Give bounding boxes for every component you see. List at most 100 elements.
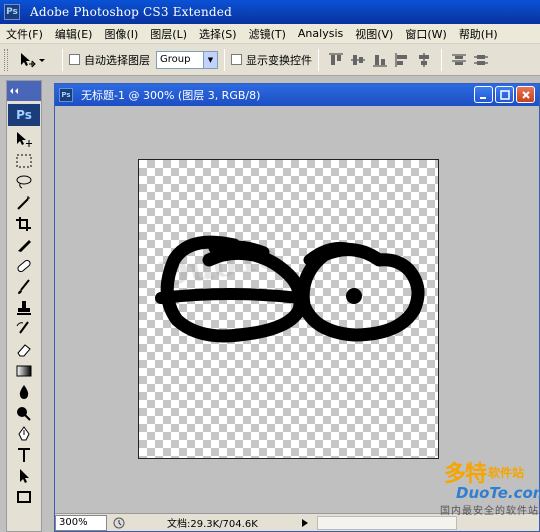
rectangular-marquee-icon <box>16 154 32 168</box>
glyph-left-bar <box>155 288 305 304</box>
lasso-icon <box>16 175 32 189</box>
maximize-button[interactable] <box>495 86 514 103</box>
zoom-field[interactable]: 300% <box>55 514 107 531</box>
slice-tool[interactable] <box>10 235 38 255</box>
menu-analysis[interactable]: Analysis <box>292 27 349 40</box>
tools-panel-header[interactable] <box>7 81 41 101</box>
menu-help[interactable]: 帮助(H) <box>453 26 504 42</box>
rectangle-icon <box>17 491 31 503</box>
minimize-icon <box>479 96 486 99</box>
minimize-button[interactable] <box>474 86 493 103</box>
dodge-icon <box>17 407 31 421</box>
move-tool[interactable] <box>10 130 38 150</box>
options-bar: 自动选择图层 Group ▼ 显示变换控件 <box>0 44 540 76</box>
logo-tagline: 国内最安全的软件站 <box>440 506 539 517</box>
document-canvas[interactable]: DuoTe <box>138 159 439 459</box>
clone-stamp-tool[interactable] <box>10 298 38 318</box>
photoshop-app-icon: Ps <box>4 4 20 20</box>
eraser-icon <box>17 344 31 357</box>
close-button[interactable] <box>516 86 535 103</box>
move-tool-icon <box>21 52 36 67</box>
menu-file[interactable]: 文件(F) <box>0 26 49 42</box>
pen-tool[interactable] <box>10 424 38 444</box>
gradient-tool[interactable] <box>10 361 38 381</box>
maximize-icon <box>499 89 510 100</box>
pen-nib-icon <box>18 426 30 441</box>
magic-wand-tool[interactable] <box>10 193 38 213</box>
menu-image[interactable]: 图像(I) <box>98 26 144 42</box>
menu-bar: 文件(F) 编辑(E) 图像(I) 图层(L) 选择(S) 滤镜(T) Anal… <box>0 24 540 44</box>
document-ps-icon: Ps <box>59 88 73 102</box>
align-vcenter-button[interactable] <box>349 51 367 69</box>
menu-layer[interactable]: 图层(L) <box>144 26 193 42</box>
water-drop-icon <box>19 385 29 399</box>
separator <box>318 48 319 71</box>
align-horizontal-center-icon <box>419 52 429 67</box>
tools-photoshop-logo[interactable]: Ps <box>8 104 40 126</box>
align-top-button[interactable] <box>327 51 345 69</box>
app-title: Adobe Photoshop CS3 Extended <box>30 5 232 19</box>
align-bottom-icon <box>373 54 387 66</box>
dodge-tool[interactable] <box>10 403 38 423</box>
menu-window[interactable]: 窗口(W) <box>399 26 452 42</box>
align-bottom-button[interactable] <box>371 51 389 69</box>
logo-domain: DuoTe.com <box>456 484 540 502</box>
path-selection-arrow-icon <box>20 469 29 483</box>
document-size-info: 文档:29.3K/704.6K <box>167 519 258 530</box>
eraser-tool[interactable] <box>10 340 38 360</box>
align-hcenter-button[interactable] <box>415 51 433 69</box>
auto-select-label: 自动选择图层 <box>84 53 150 67</box>
history-brush-icon <box>16 321 29 334</box>
align-left-button[interactable] <box>393 51 411 69</box>
menu-view[interactable]: 视图(V) <box>349 26 399 42</box>
auto-select-checkbox[interactable] <box>69 54 80 65</box>
tool-preset-picker[interactable] <box>18 51 56 69</box>
dropdown-arrow-icon: ▼ <box>203 51 217 68</box>
blur-tool[interactable] <box>10 382 38 402</box>
options-grip[interactable] <box>4 48 8 71</box>
status-info-button[interactable] <box>111 515 127 531</box>
logo-brand-suffix: 软件站 <box>488 466 525 480</box>
auto-select-option[interactable]: 自动选择图层 <box>69 52 150 68</box>
distribute-top-icon <box>452 54 466 65</box>
auto-select-value: Group <box>160 54 191 65</box>
show-transform-checkbox[interactable] <box>231 54 242 65</box>
show-transform-label: 显示变换控件 <box>246 53 312 67</box>
play-arrow-icon <box>302 518 308 527</box>
status-menu-arrow[interactable] <box>299 516 311 530</box>
menu-filter[interactable]: 滤镜(T) <box>243 26 292 42</box>
marquee-tool[interactable] <box>10 151 38 171</box>
align-vertical-center-icon <box>351 54 365 65</box>
stamp-icon <box>17 301 31 315</box>
path-selection-tool[interactable] <box>10 466 38 486</box>
glyph-left-top <box>208 240 270 258</box>
canvas-artwork <box>155 235 425 343</box>
healing-brush-tool[interactable] <box>10 256 38 276</box>
distribute-vertical-center-icon <box>474 54 488 65</box>
menu-select[interactable]: 选择(S) <box>193 26 243 42</box>
horizontal-scrollbar[interactable] <box>317 515 457 530</box>
brush-tool[interactable] <box>10 277 38 297</box>
distribute-top-button[interactable] <box>450 51 468 69</box>
align-left-icon <box>395 52 407 67</box>
lasso-tool[interactable] <box>10 172 38 192</box>
crop-icon <box>16 217 31 231</box>
bandage-icon <box>17 259 31 273</box>
type-t-icon <box>18 448 30 462</box>
crop-tool[interactable] <box>10 214 38 234</box>
rectangle-shape-tool[interactable] <box>10 487 38 507</box>
chevron-down-icon <box>39 58 45 62</box>
show-transform-option[interactable]: 显示变换控件 <box>231 52 312 68</box>
history-brush-tool[interactable] <box>10 319 38 339</box>
magic-wand-icon <box>17 196 30 210</box>
slice-knife-icon <box>18 240 31 252</box>
collapse-arrows-icon <box>10 88 18 94</box>
distribute-vcenter-button[interactable] <box>472 51 490 69</box>
glyph-right-dot <box>346 288 362 304</box>
menu-edit[interactable]: 编辑(E) <box>49 26 99 42</box>
app-titlebar: Ps Adobe Photoshop CS3 Extended <box>0 0 540 24</box>
type-tool[interactable] <box>10 445 38 465</box>
align-top-icon <box>329 53 343 65</box>
auto-select-dropdown[interactable]: Group ▼ <box>156 50 218 69</box>
document-titlebar[interactable]: Ps 无标题-1 @ 300% (图层 3, RGB/8) <box>55 84 539 106</box>
